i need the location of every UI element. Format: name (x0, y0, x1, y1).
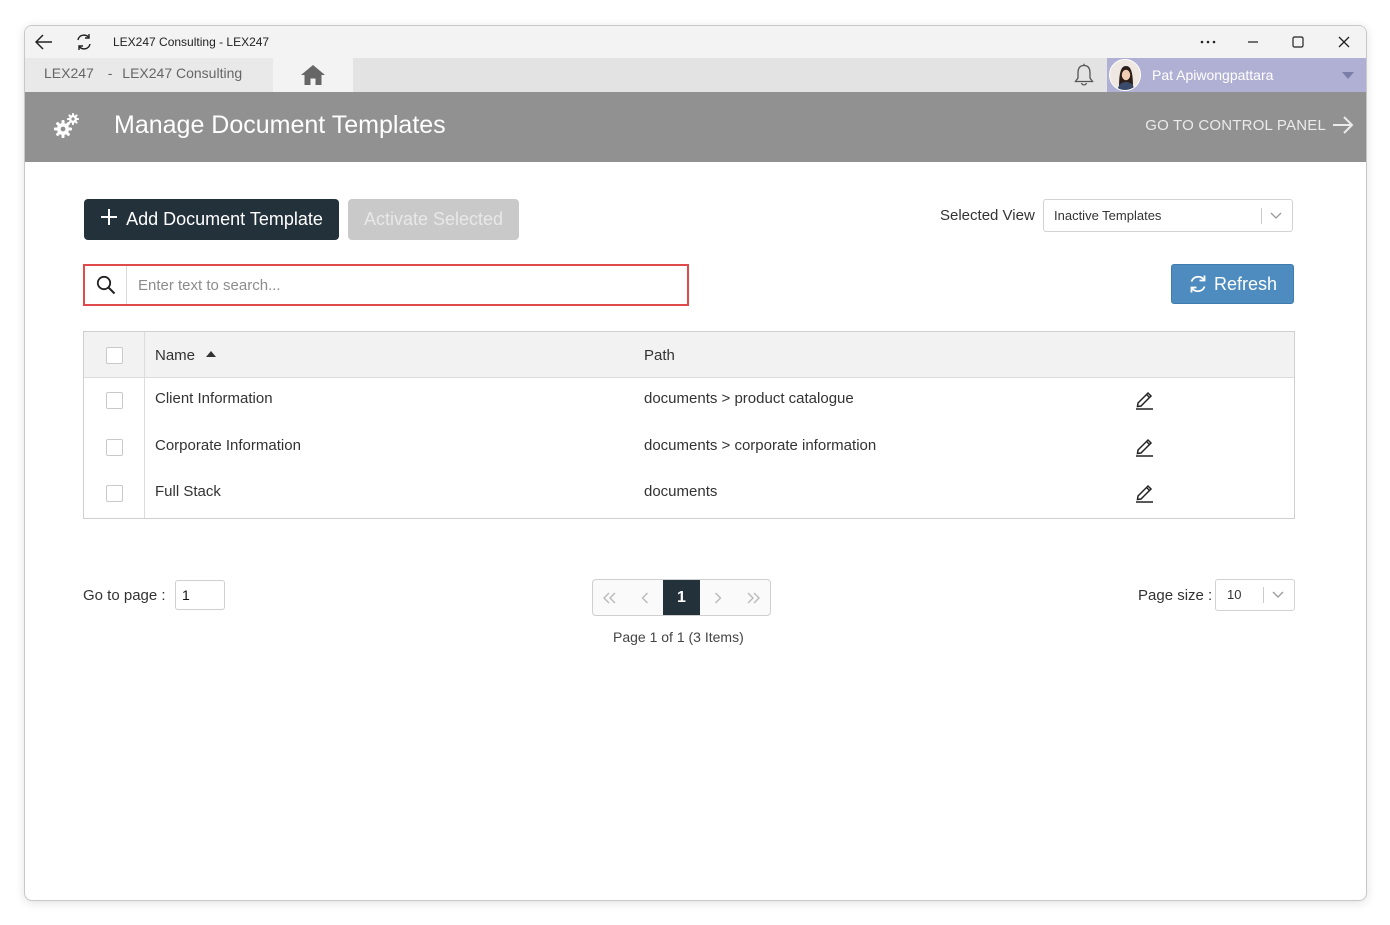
breadcrumb-separator: - (107, 65, 113, 81)
more-options-icon[interactable] (1185, 30, 1231, 54)
go-to-page-input[interactable]: 1 (175, 580, 225, 610)
row-path: documents (644, 483, 718, 500)
page-title: Manage Document Templates (114, 111, 446, 139)
breadcrumb[interactable]: LEX247 - LEX247 Consulting (25, 58, 273, 92)
notification-bell-icon[interactable] (1071, 62, 1097, 88)
maximize-icon[interactable] (1275, 30, 1321, 54)
header-checkbox-cell (84, 332, 145, 377)
select-divider (1261, 208, 1262, 224)
first-page-icon[interactable] (593, 580, 628, 615)
caret-down-icon[interactable] (1342, 72, 1354, 79)
page-size-value: 10 (1227, 587, 1242, 602)
selected-view-select[interactable]: Inactive Templates (1043, 199, 1293, 232)
reload-icon[interactable] (74, 32, 94, 52)
go-to-page-label: Go to page : (83, 587, 166, 604)
row-name: Full Stack (155, 483, 221, 500)
templates-grid: Name Path Client Information documents >… (83, 331, 1295, 519)
select-all-checkbox[interactable] (106, 347, 123, 364)
breadcrumb-current: LEX247 Consulting (122, 65, 243, 81)
page-button-current[interactable]: 1 (662, 580, 701, 615)
select-divider (1263, 587, 1264, 603)
user-name: Pat Apiwongpattara (1152, 67, 1274, 83)
row-checkbox[interactable] (106, 439, 123, 456)
search-box (83, 264, 689, 306)
search-icon (85, 266, 127, 304)
grid-header: Name Path (84, 332, 1294, 378)
sort-ascending-icon (206, 350, 217, 357)
refresh-button[interactable]: Refresh (1171, 264, 1294, 304)
minimize-icon[interactable] (1230, 30, 1276, 54)
last-page-icon[interactable] (735, 580, 770, 615)
add-button-label: Add Document Template (126, 209, 323, 229)
plus-icon (100, 207, 118, 231)
page-size-label: Page size : (1138, 587, 1213, 604)
page-size-select[interactable]: 10 (1215, 579, 1295, 611)
row-checkbox[interactable] (106, 485, 123, 502)
avatar (1109, 59, 1141, 91)
previous-page-icon[interactable] (628, 580, 663, 615)
page-header: Manage Document Templates GO TO CONTROL … (25, 92, 1366, 162)
arrow-right-icon (1333, 116, 1354, 134)
refresh-label: Refresh (1213, 273, 1278, 294)
gears-icon (54, 113, 79, 138)
page-info: Page 1 of 1 (3 Items) (613, 629, 744, 645)
row-path: documents > product catalogue (644, 390, 854, 407)
next-page-icon[interactable] (700, 580, 735, 615)
pager: 1 (592, 579, 771, 616)
table-row[interactable]: Full Stack documents (84, 471, 1294, 517)
back-arrow-icon[interactable] (34, 32, 54, 52)
app-bar: LEX247 - LEX247 Consulting Pat Apiwongpa… (25, 58, 1366, 92)
home-icon (301, 65, 325, 85)
table-row[interactable]: Corporate Information documents > corpor… (84, 425, 1294, 471)
search-input[interactable] (128, 266, 685, 304)
chevron-down-icon (1270, 212, 1282, 219)
activate-selected-button[interactable]: Activate Selected (348, 199, 519, 240)
main-content: Add Document Template Activate Selected … (25, 162, 1366, 900)
column-header-name[interactable]: Name (155, 347, 217, 364)
refresh-icon (1188, 274, 1208, 294)
title-bar: LEX247 Consulting - LEX247 (25, 26, 1366, 58)
add-document-template-button[interactable]: Add Document Template (84, 199, 339, 240)
row-name: Corporate Information (155, 437, 301, 454)
close-icon[interactable] (1321, 30, 1366, 54)
control-panel-label: GO TO CONTROL PANEL (1145, 116, 1326, 134)
row-name: Client Information (155, 390, 273, 407)
table-row[interactable]: Client Information documents > product c… (84, 378, 1294, 424)
selected-view-value: Inactive Templates (1054, 208, 1162, 223)
breadcrumb-root: LEX247 (44, 65, 94, 81)
window-title: LEX247 Consulting - LEX247 (113, 35, 270, 49)
home-button[interactable] (273, 58, 353, 92)
selected-view-label: Selected View (940, 207, 1035, 224)
app-window: LEX247 Consulting - LEX247 LEX247 - LEX2… (24, 25, 1367, 901)
row-checkbox[interactable] (106, 392, 123, 409)
column-name-label: Name (155, 347, 196, 364)
edit-pencil-icon[interactable] (1134, 481, 1156, 503)
chevron-down-icon (1272, 591, 1284, 598)
row-path: documents > corporate information (644, 437, 877, 454)
user-menu[interactable]: Pat Apiwongpattara (1107, 58, 1366, 92)
edit-pencil-icon[interactable] (1134, 435, 1156, 457)
column-header-path[interactable]: Path (644, 347, 675, 364)
go-to-control-panel-link[interactable]: GO TO CONTROL PANEL (1145, 116, 1354, 134)
edit-pencil-icon[interactable] (1134, 388, 1156, 410)
